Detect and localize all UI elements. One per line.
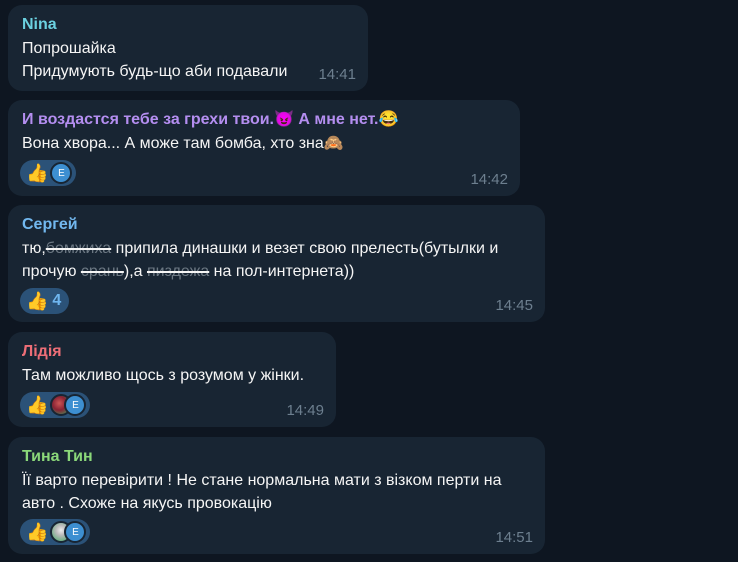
reactions[interactable]: 👍 E — [20, 392, 91, 418]
strikethrough-text: срань — [80, 263, 124, 280]
reactions[interactable]: 👍 4 — [20, 288, 70, 314]
reactor-avatar: E — [50, 162, 73, 184]
message-bubble[interactable]: Тина Тин Її варто перевірити ! Не стане … — [8, 437, 545, 554]
thumbs-up-icon: 👍 — [26, 395, 49, 415]
message-time: 14:45 — [495, 297, 533, 314]
text-segment: прочую — [22, 263, 81, 280]
sender-name[interactable]: Тина Тин — [22, 447, 531, 467]
reaction-thumbs-up[interactable]: 👍 E — [20, 392, 91, 418]
reactions[interactable]: 👍 E — [20, 519, 91, 545]
message-bubble[interactable]: Nina Попрошайка Придумують будь-що аби п… — [8, 5, 368, 91]
strikethrough-text: пиздежа — [146, 263, 210, 280]
reaction-thumbs-up[interactable]: 👍 E — [20, 160, 77, 186]
reaction-count: 4 — [52, 292, 62, 309]
thumbs-up-icon: 👍 — [26, 163, 49, 183]
thumbs-up-icon: 👍 — [26, 291, 49, 311]
text-segment: тю, — [22, 240, 46, 257]
thumbs-up-icon: 👍 — [26, 522, 49, 542]
message-bubble[interactable]: Сергей тю,бомжиха припила динашки и везе… — [8, 205, 545, 322]
message-text: Її варто перевірити ! Не стане нормальна… — [22, 472, 502, 489]
text-segment: ),а — [123, 263, 147, 280]
reactions[interactable]: 👍 E — [20, 160, 77, 186]
message-text: Там можливо щось з розумом у жінки. — [22, 367, 305, 384]
text-segment: припила динашки и везет свою прелесть(бу… — [111, 240, 499, 257]
message-bubble[interactable]: Лідія Там можливо щось з розумом у жінки… — [8, 332, 336, 427]
reactor-avatar: E — [64, 521, 87, 543]
sender-name[interactable]: Сергей — [22, 215, 531, 235]
message-text: Придумують будь-що аби подавали — [22, 63, 288, 80]
sender-name[interactable]: Лідія — [22, 342, 322, 362]
message-time: 14:49 — [286, 402, 324, 419]
message-time: 14:51 — [495, 529, 533, 546]
message-text: тю,бомжиха припила динашки и везет свою … — [22, 237, 531, 260]
message-text: Попрошайка — [22, 40, 116, 57]
message-text: авто . Схоже на якусь провокацію — [22, 495, 272, 512]
message-text: прочую срань),а пиздежа на пол-интернета… — [22, 260, 531, 283]
strikethrough-text: бомжиха — [45, 240, 112, 257]
text-segment: на пол-интернета)) — [209, 263, 355, 280]
reaction-thumbs-up[interactable]: 👍 E — [20, 519, 91, 545]
sender-name[interactable]: Nina — [22, 15, 354, 35]
message-bubble[interactable]: И воздастся тебе за грехи твои.😈 А мне н… — [8, 100, 520, 196]
message-time: 14:42 — [470, 171, 508, 188]
reaction-thumbs-up[interactable]: 👍 4 — [20, 288, 70, 314]
message-time: 14:41 — [318, 66, 356, 83]
reactor-avatar: E — [64, 394, 87, 416]
sender-name[interactable]: И воздастся тебе за грехи твои.😈 А мне н… — [22, 110, 506, 130]
message-text: Вона хвора... А може там бомба, хто зна🙈 — [22, 135, 344, 152]
